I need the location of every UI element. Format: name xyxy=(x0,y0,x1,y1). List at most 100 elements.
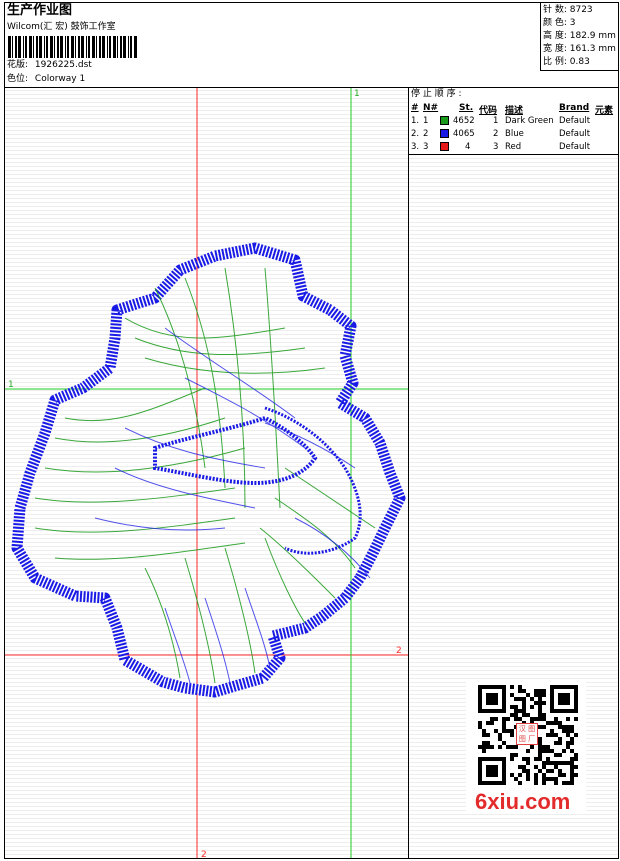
table-row[interactable]: 2. 2 4065 2 Blue Default xyxy=(409,128,618,141)
stat-width: 宽 度: 161.3 mm xyxy=(543,44,616,54)
qr-module xyxy=(498,737,502,741)
guide-label-left: 1 xyxy=(8,380,14,390)
row-stitches: 4652 xyxy=(453,116,475,126)
qr-module xyxy=(482,733,486,737)
qr-module xyxy=(542,749,546,753)
qr-module xyxy=(530,717,534,721)
qr-module xyxy=(534,757,538,761)
qr-module xyxy=(542,693,546,697)
row-index: 1. xyxy=(411,116,420,126)
guide-label-top: 1 xyxy=(354,89,360,99)
qr-module xyxy=(514,709,518,713)
qr-module xyxy=(538,689,542,693)
qr-module xyxy=(502,725,506,729)
qr-module xyxy=(522,689,526,693)
qr-module xyxy=(486,721,490,725)
qr-module xyxy=(534,777,538,781)
qr-module xyxy=(542,777,546,781)
qr-module xyxy=(510,773,514,777)
qr-module xyxy=(522,705,526,709)
qr-module xyxy=(550,721,554,725)
table-row[interactable]: 3. 3 4 3 Red Default xyxy=(409,141,618,154)
qr-module xyxy=(522,713,526,717)
qr-module xyxy=(502,741,506,745)
qr-module xyxy=(534,765,538,769)
qr-module xyxy=(514,705,518,709)
qr-module xyxy=(498,745,502,749)
embroidery-preview: 1 1 2 2 xyxy=(5,88,408,859)
qr-module xyxy=(498,733,502,737)
qr-module xyxy=(570,737,574,741)
qr-module xyxy=(542,689,546,693)
table-row[interactable]: 1. 1 4652 1 Dark Green Default xyxy=(409,115,618,128)
row-description: Blue xyxy=(505,129,524,139)
qr-module xyxy=(558,741,562,745)
qr-module xyxy=(538,745,542,749)
guide-label-bottom: 2 xyxy=(201,850,207,859)
qr-module xyxy=(526,777,530,781)
qr-module xyxy=(566,725,570,729)
qr-module xyxy=(522,769,526,773)
qr-finder xyxy=(486,765,498,777)
qr-module xyxy=(566,741,570,745)
qr-module xyxy=(502,729,506,733)
color-swatch xyxy=(440,129,449,138)
qr-module xyxy=(510,745,514,749)
qr-module xyxy=(518,697,522,701)
qr-module xyxy=(542,781,546,785)
qr-module xyxy=(486,733,490,737)
qr-module xyxy=(510,705,514,709)
qr-module xyxy=(574,773,578,777)
qr-module xyxy=(526,757,530,761)
qr-module xyxy=(546,745,550,749)
qr-module xyxy=(566,781,570,785)
row-code: 2 xyxy=(493,129,499,139)
qr-module xyxy=(558,769,562,773)
col-stitches: St. xyxy=(459,103,474,113)
qr-module xyxy=(538,753,542,757)
qr-module xyxy=(526,761,530,765)
row-description: Dark Green xyxy=(505,116,554,126)
qr-module xyxy=(510,753,514,757)
qr-module xyxy=(566,761,570,765)
qr-module xyxy=(546,721,550,725)
qr-module xyxy=(562,749,566,753)
qr-module xyxy=(538,757,542,761)
qr-module xyxy=(558,737,562,741)
qr-module xyxy=(574,733,578,737)
qr-module xyxy=(570,757,574,761)
qr-module xyxy=(514,697,518,701)
qr-module xyxy=(538,701,542,705)
qr-module xyxy=(574,765,578,769)
qr-module xyxy=(546,761,550,765)
qr-module xyxy=(570,773,574,777)
row-index: 2. xyxy=(411,129,420,139)
qr-module xyxy=(570,761,574,765)
qr-module xyxy=(478,721,482,725)
qr-module xyxy=(538,697,542,701)
qr-module xyxy=(530,697,534,701)
row-description: Red xyxy=(505,142,522,152)
qr-module xyxy=(538,717,542,721)
qr-module xyxy=(550,729,554,733)
qr-finder xyxy=(558,693,570,705)
qr-module xyxy=(490,745,494,749)
qr-module xyxy=(562,761,566,765)
qr-module xyxy=(554,741,558,745)
qr-module xyxy=(526,773,530,777)
design-canvas[interactable]: 1 1 2 2 xyxy=(4,87,409,859)
qr-module xyxy=(534,693,538,697)
qr-module xyxy=(562,773,566,777)
qr-module xyxy=(514,753,518,757)
qr-module xyxy=(526,769,530,773)
qr-module xyxy=(518,685,522,689)
qr-module xyxy=(514,777,518,781)
stop-table: 停 止 顺 序 : # N# St. 代码 描述 Brand 元素 1. 1 4… xyxy=(409,88,618,155)
stat-colors: 颜 色: 3 xyxy=(543,18,576,28)
guide-label-right: 2 xyxy=(396,646,402,656)
qr-module xyxy=(570,729,574,733)
qr-module xyxy=(482,745,486,749)
qr-module xyxy=(546,749,550,753)
qr-module xyxy=(522,765,526,769)
qr-module xyxy=(518,773,522,777)
